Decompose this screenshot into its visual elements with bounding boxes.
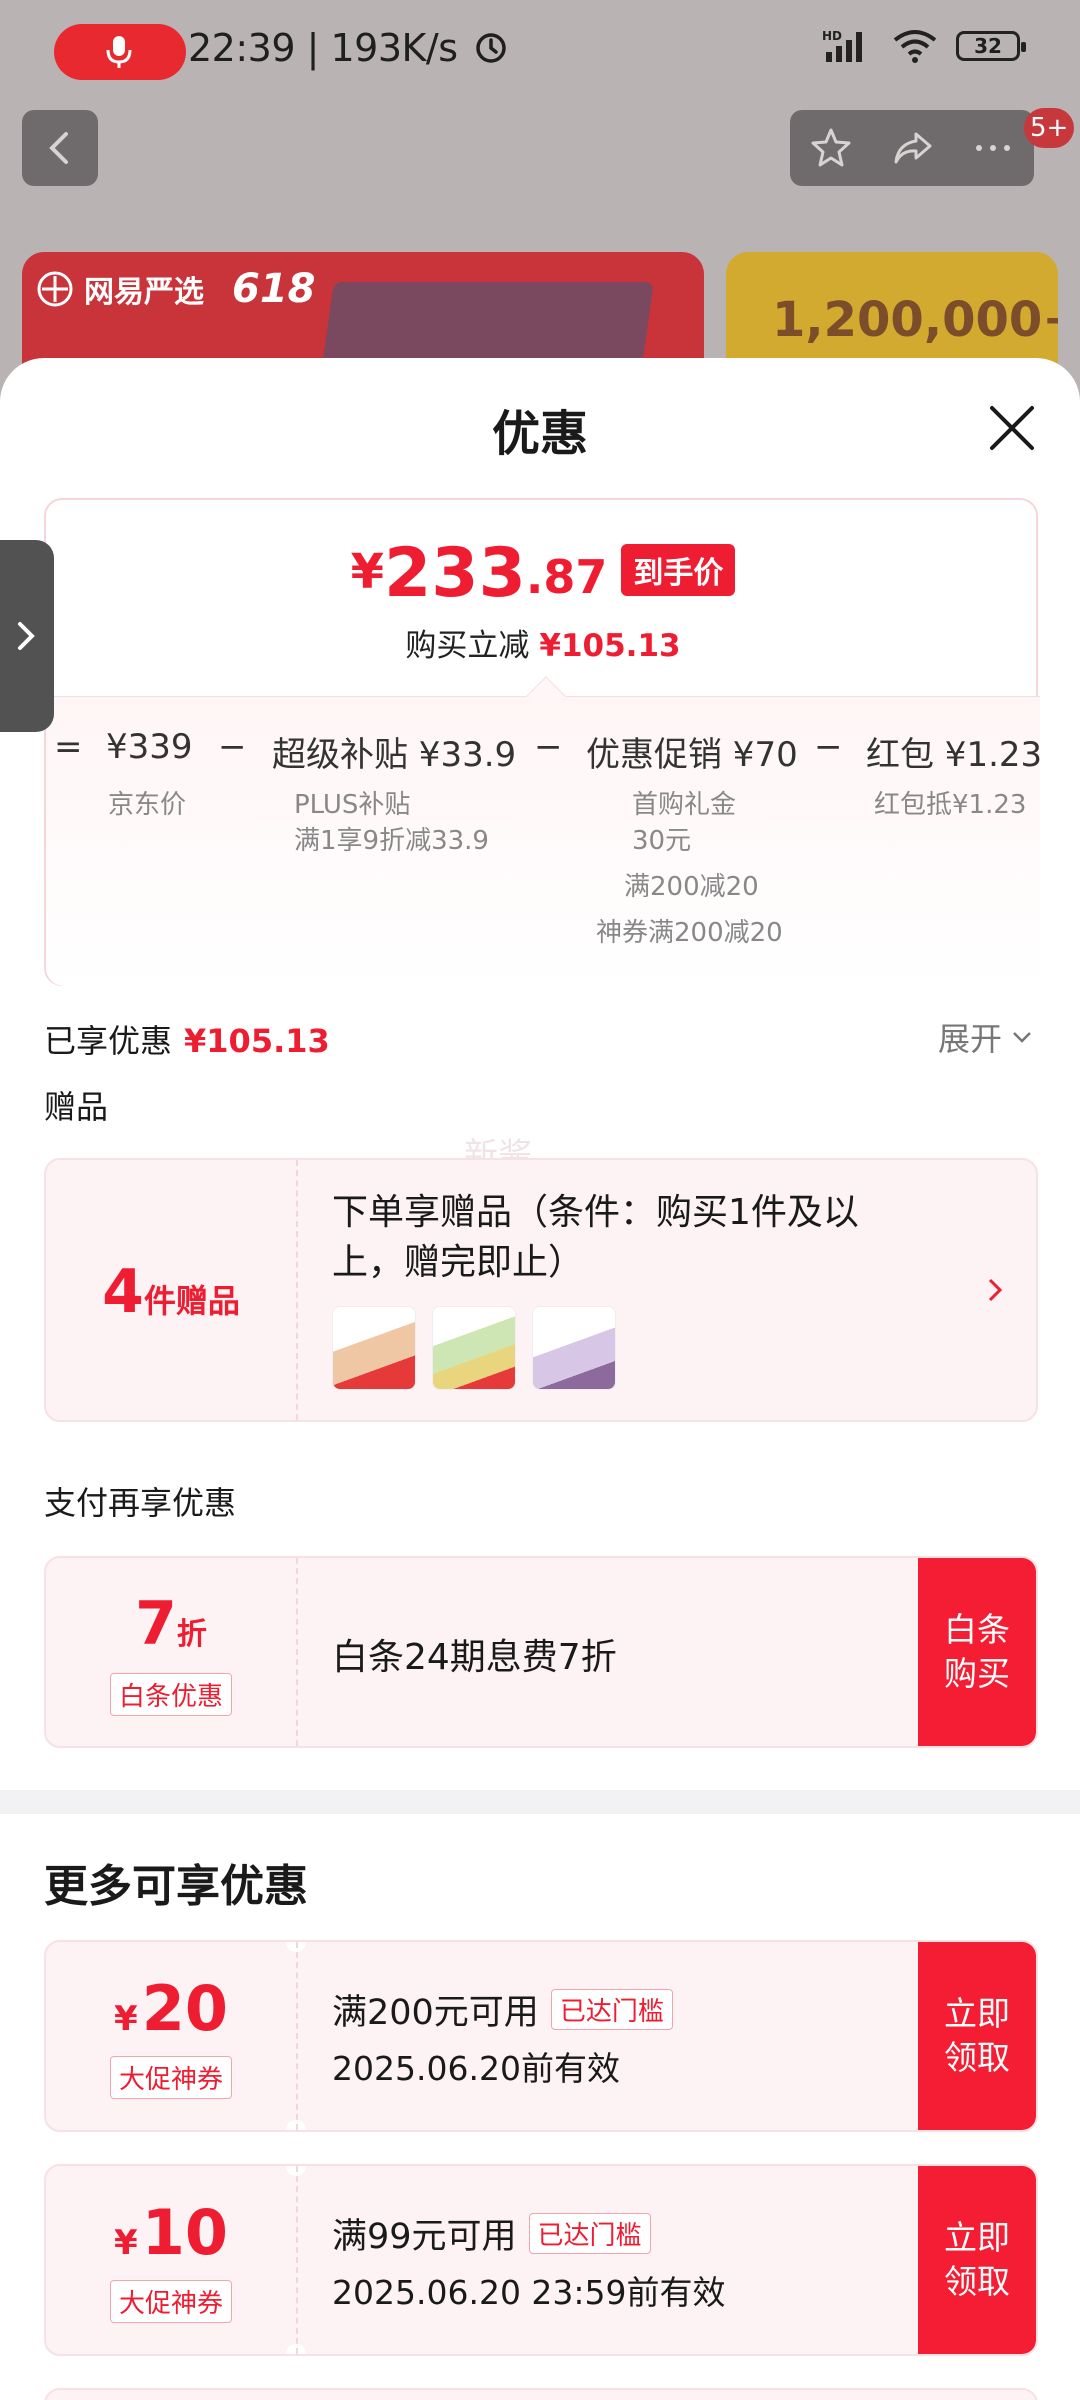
- card-divider: [296, 1558, 298, 1746]
- coupon-amount: ¥20 大促神券: [46, 1942, 296, 2130]
- banner-number: 1,200,000+: [772, 292, 1058, 348]
- brand-logo-icon: [37, 271, 73, 307]
- claim-coupon-button[interactable]: 立即 领取: [918, 1942, 1036, 2130]
- gift-thumbnails: [332, 1306, 616, 1390]
- breakdown-promotion: 优惠促销 ¥70: [586, 735, 798, 775]
- chevron-left-icon: [49, 132, 68, 164]
- baitiao-buy-button[interactable]: 白条 购买: [918, 1558, 1036, 1746]
- baitiao-card: 7折 白条优惠 白条24期息费7折 白条 购买: [44, 1556, 1038, 1748]
- breakdown-note: 神券满200减20: [596, 918, 783, 948]
- coupon-tag: 大促神券: [109, 2280, 232, 2323]
- breakdown-note: PLUS补贴: [294, 790, 411, 820]
- sheet-title: 优惠: [491, 406, 588, 462]
- coupon-validity: 2025.06.20前有效: [332, 2049, 620, 2088]
- pay-section-label: 支付再享优惠: [44, 1484, 237, 1522]
- card-divider: [296, 2166, 298, 2354]
- breakdown-note: 首购礼金: [632, 790, 737, 820]
- more-discounts-title: 更多可享优惠: [44, 1861, 308, 1912]
- microphone-icon: [106, 36, 132, 68]
- breakdown-op: −: [814, 727, 843, 767]
- baitiao-text: 白条24期息费7折: [332, 1637, 617, 1678]
- baitiao-discount: 7折 白条优惠: [46, 1558, 296, 1746]
- brand-logo: 网易严选 618: [36, 266, 316, 312]
- battery-indicator: 32: [956, 31, 1026, 61]
- alarm-icon: [476, 33, 506, 63]
- status-time: 22:39 | 193K/s: [188, 26, 509, 70]
- breakdown-jd-price: ¥339: [106, 727, 193, 767]
- coupon-condition: 满99元可用 已达门槛: [332, 2208, 651, 2259]
- baitiao-tag: 白条优惠: [109, 1673, 232, 1716]
- coupon-tag: 大促神券: [109, 2056, 232, 2099]
- signal-icon: HD: [822, 29, 862, 62]
- status-icons: HD 32: [822, 28, 1026, 64]
- breakdown-red-packet: 红包 ¥1.23: [866, 735, 1043, 775]
- coupon-card: ¥20 大促神券 满200元可用 已达门槛 2025.06.20前有效 立即 领取: [44, 1940, 1038, 2132]
- coupon-amount: ¥10 大促神券: [46, 2166, 296, 2354]
- gift-title: 下单享赠品（条件：购买1件及以上，赠完即止）: [332, 1192, 859, 1283]
- threshold-badge: 已达门槛: [528, 2213, 651, 2254]
- breakdown-note: 30元: [632, 826, 692, 856]
- breakdown-note: 京东价: [108, 790, 187, 820]
- coupon-card: ¥10 大促神券 满99元可用 已达门槛 2025.06.20 23:59前有效 …: [44, 2164, 1038, 2356]
- gift-count: 4 件赠品: [102, 1257, 240, 1327]
- price-summary-card: ¥ 233 .87 到手价 购买立减 ¥105.13 = ¥339 − 超级补贴 …: [44, 498, 1043, 986]
- gift-thumbnail[interactable]: [532, 1306, 616, 1390]
- card-divider: [296, 1160, 298, 1420]
- final-price: ¥ 233 .87 到手价: [46, 540, 1040, 608]
- instant-saving: 购买立减 ¥105.13: [405, 628, 681, 664]
- coupon-card-partial: [44, 2388, 1038, 2400]
- expand-toggle[interactable]: 展开: [938, 1014, 1034, 1060]
- svg-text:HD: HD: [822, 29, 842, 43]
- background-page: 22:39 | 193K/s HD 32 5+ 网易严选 618 1,200,0…: [0, 0, 1080, 420]
- star-icon[interactable]: [807, 124, 855, 172]
- side-drawer-handle[interactable]: [0, 540, 54, 732]
- back-button[interactable]: [22, 110, 98, 186]
- breakdown-op: −: [218, 727, 247, 767]
- gift-thumbnail[interactable]: [432, 1306, 516, 1390]
- share-icon[interactable]: [888, 124, 936, 172]
- status-bar: 22:39 | 193K/s HD 32: [0, 0, 1080, 104]
- breakdown-note: 满200减20: [624, 872, 759, 902]
- breakdown-op: −: [534, 727, 563, 767]
- gift-thumbnail[interactable]: [332, 1306, 416, 1390]
- recording-indicator[interactable]: [54, 24, 186, 80]
- chevron-right-icon: [18, 622, 35, 650]
- price-breakdown: = ¥339 − 超级补贴 ¥33.9 − 优惠促销 ¥70 − 红包 ¥1.2…: [46, 696, 1043, 986]
- claim-coupon-button[interactable]: 立即 领取: [918, 2166, 1036, 2354]
- gift-section-label: 赠品: [44, 1088, 109, 1126]
- chevron-right-icon: [988, 1278, 1003, 1302]
- coupon-validity: 2025.06.20 23:59前有效: [332, 2273, 726, 2312]
- section-separator: [0, 1790, 1080, 1814]
- breakdown-super-subsidy: 超级补贴 ¥33.9: [272, 735, 517, 775]
- breakdown-note: 满1享9折减33.9: [294, 826, 489, 856]
- wifi-icon: [893, 30, 937, 63]
- enjoyed-discount: 已享优惠 ¥105.13: [44, 1022, 330, 1060]
- card-divider: [296, 1942, 298, 2130]
- breakdown-op: =: [54, 727, 83, 767]
- more-icon[interactable]: [969, 124, 1017, 172]
- nav-action-group: [790, 110, 1034, 186]
- notification-badge: 5+: [1024, 108, 1075, 148]
- final-price-tag: 到手价: [621, 544, 736, 596]
- close-icon[interactable]: [986, 402, 1038, 454]
- threshold-badge: 已达门槛: [550, 1989, 673, 2030]
- gift-card[interactable]: 4 件赠品 下单享赠品（条件：购买1件及以上，赠完即止）: [44, 1158, 1038, 1422]
- breakdown-note: 红包抵¥1.23: [874, 790, 1027, 820]
- discount-sheet: 优惠 ¥ 233 .87 到手价 购买立减 ¥105.13 = ¥339 − 超级…: [0, 358, 1080, 2400]
- chevron-down-icon: [1013, 1032, 1031, 1043]
- coupon-condition: 满200元可用 已达门槛: [332, 1984, 673, 2035]
